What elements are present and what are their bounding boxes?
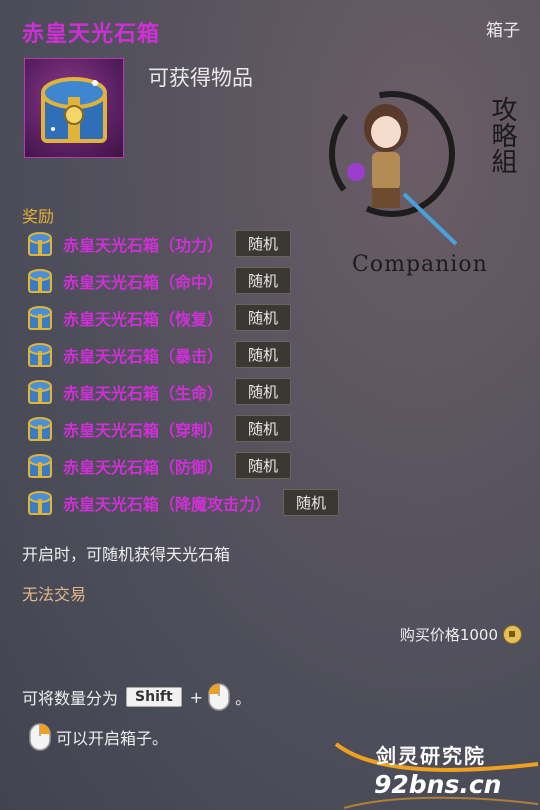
site-url: 92bns.cn	[374, 770, 502, 799]
mini-chest-icon	[28, 305, 52, 330]
item-tooltip: 赤皇天光石箱 箱子 可获得物品 攻略組 Companion 奖励 赤皇天光石箱（…	[0, 0, 540, 810]
trade-status: 无法交易	[22, 585, 87, 604]
split-hint-prefix: 可将数量分为	[22, 689, 119, 708]
reward-name: 赤皇天光石箱（生命）	[63, 383, 224, 403]
reward-item[interactable]: 赤皇天光石箱（穿刺） 随机	[22, 410, 522, 447]
coin-icon	[503, 625, 522, 644]
price-text: 购买价格1000	[399, 626, 498, 644]
reward-name: 赤皇天光石箱（暴击）	[63, 346, 224, 366]
random-badge: 随机	[235, 230, 292, 257]
random-badge: 随机	[235, 304, 292, 331]
reward-name: 赤皇天光石箱（穿刺）	[63, 420, 224, 440]
mini-chest-icon	[28, 490, 52, 515]
treasure-chest-icon	[24, 58, 124, 158]
item-title: 赤皇天光石箱	[22, 22, 161, 47]
open-box-hint-text: 可以开启箱子。	[56, 729, 169, 748]
reward-item[interactable]: 赤皇天光石箱（防御） 随机	[22, 447, 522, 484]
reward-item[interactable]: 赤皇天光石箱（生命） 随机	[22, 373, 522, 410]
reward-name: 赤皇天光石箱（降魔攻击力）	[63, 494, 272, 514]
reward-name: 赤皇天光石箱（功力）	[63, 235, 224, 255]
random-badge: 随机	[283, 489, 340, 516]
split-hint-suffix: 。	[235, 689, 252, 708]
item-category: 箱子	[486, 21, 520, 41]
reward-name: 赤皇天光石箱（防御）	[63, 457, 224, 477]
reward-name: 赤皇天光石箱（命中）	[63, 272, 224, 292]
random-badge: 随机	[235, 415, 292, 442]
open-box-hint: 可以开启箱子。	[24, 722, 168, 752]
reward-item[interactable]: 赤皇天光石箱（降魔攻击力） 随机	[22, 484, 522, 521]
random-badge: 随机	[235, 267, 292, 294]
random-badge: 随机	[235, 452, 292, 479]
reward-item[interactable]: 赤皇天光石箱（暴击） 随机	[22, 336, 522, 373]
reward-item[interactable]: 赤皇天光石箱（恢复） 随机	[22, 299, 522, 336]
rewards-label: 奖励	[22, 207, 55, 226]
split-stack-hint: 可将数量分为 Shift + 。	[22, 682, 251, 712]
reward-item[interactable]: 赤皇天光石箱（命中） 随机	[22, 262, 522, 299]
mini-chest-icon	[28, 231, 52, 256]
obtainable-items-heading: 可获得物品	[148, 66, 253, 90]
left-click-mouse-icon	[208, 683, 230, 711]
split-hint-plus: +	[189, 687, 204, 707]
purchase-price: 购买价格1000	[400, 624, 522, 645]
shift-key-icon: Shift	[126, 687, 182, 707]
mini-chest-icon	[28, 268, 52, 293]
mini-chest-icon	[28, 379, 52, 404]
mini-chest-icon	[28, 416, 52, 441]
watermark-calligraphy: 攻略組	[487, 96, 517, 174]
reward-name: 赤皇天光石箱（恢复）	[63, 309, 224, 329]
item-description: 开启时，可随机获得天光石箱	[22, 545, 231, 564]
site-name: 剑灵研究院	[376, 744, 486, 768]
mini-chest-icon	[28, 342, 52, 367]
rewards-list: 赤皇天光石箱（功力） 随机 赤皇天光石箱（命中） 随机 赤皇天光石箱（恢复） 随…	[22, 225, 522, 521]
random-badge: 随机	[235, 378, 292, 405]
random-badge: 随机	[235, 341, 292, 368]
reward-item[interactable]: 赤皇天光石箱（功力） 随机	[22, 225, 522, 262]
mini-chest-icon	[28, 453, 52, 478]
right-click-mouse-icon	[29, 723, 51, 751]
